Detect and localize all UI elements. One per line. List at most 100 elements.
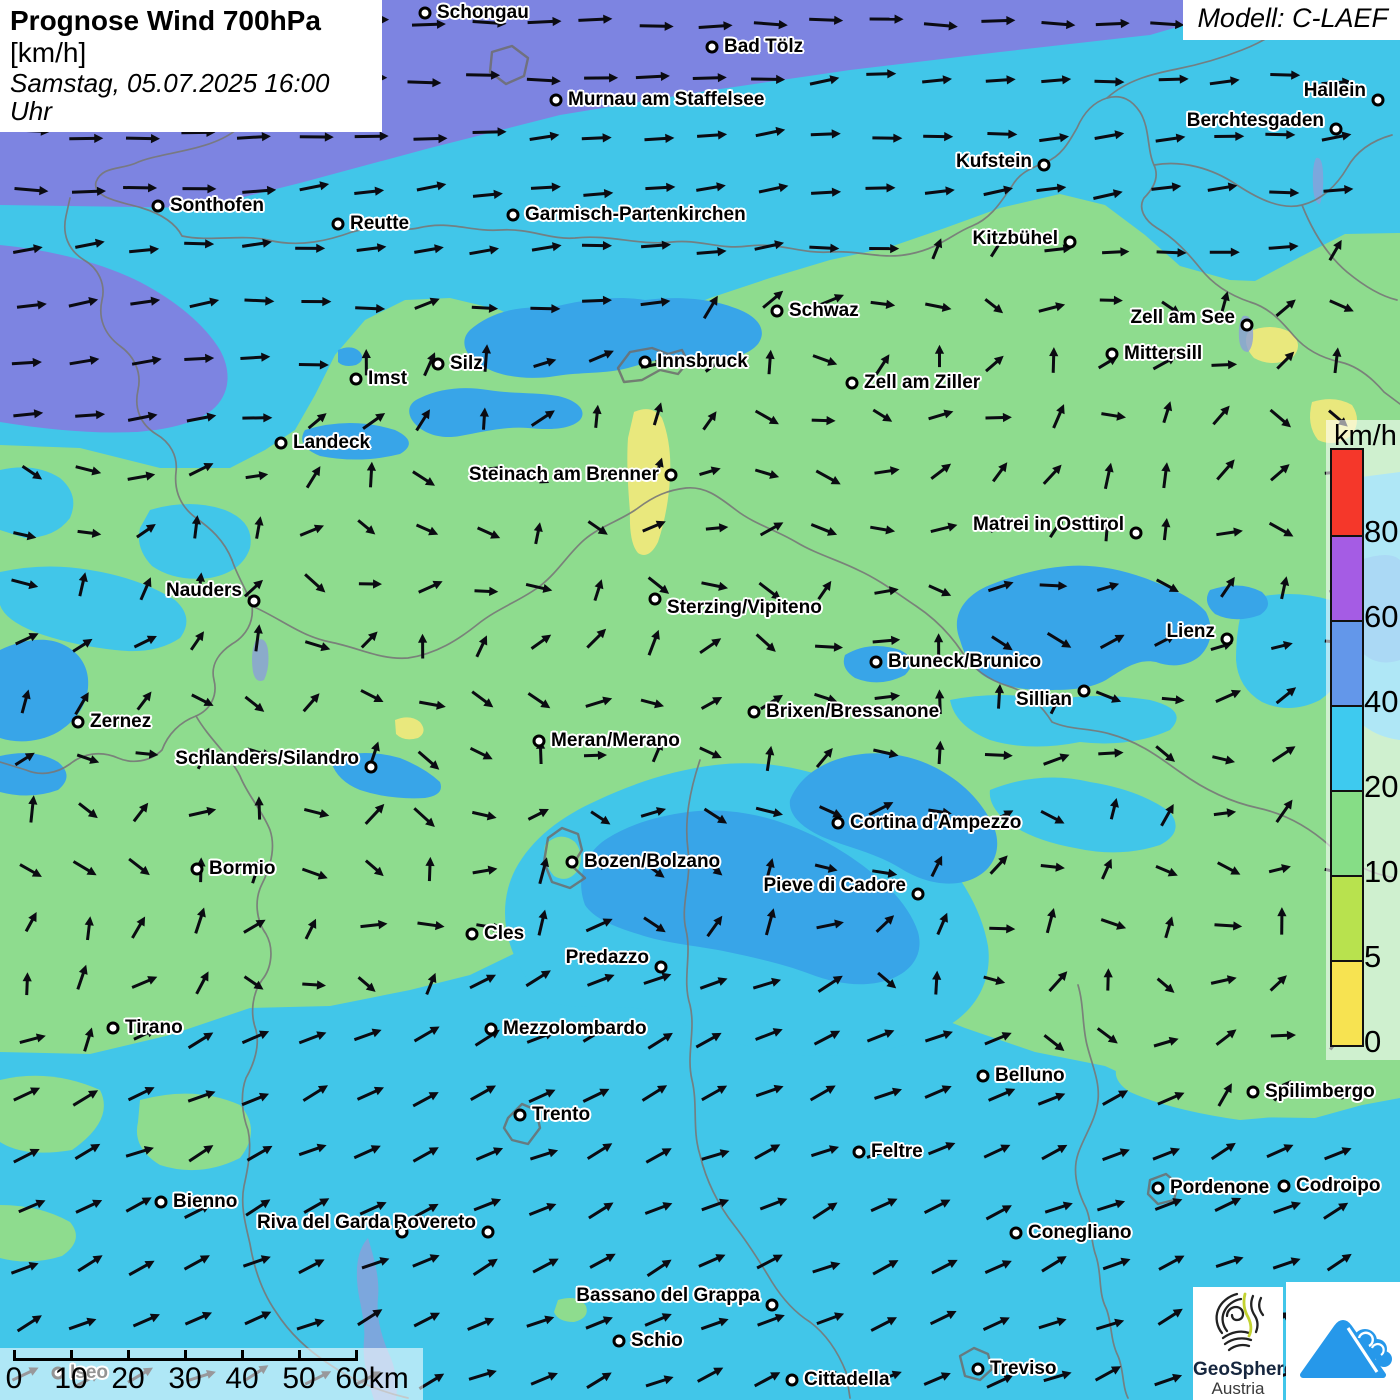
model-label-box: Modell: C-LAEF (1183, 0, 1400, 40)
city-marker (832, 817, 845, 830)
city-marker (550, 94, 563, 107)
city-label: Riva del Garda (257, 1212, 390, 1234)
scale-bar-tick (241, 1350, 244, 1361)
city-label: Schlanders/Silandro (175, 748, 359, 770)
city-label: Kitzbühel (973, 228, 1059, 250)
scale-bar-label: 30 (168, 1362, 201, 1396)
city-label: Steinach am Brenner (469, 464, 659, 486)
city-marker (432, 358, 445, 371)
city-label: Schwaz (789, 300, 859, 322)
city-label: Silz (450, 353, 483, 375)
city-marker (649, 593, 662, 606)
city-marker (350, 373, 363, 386)
city-label: Cles (484, 923, 524, 945)
city-marker (155, 1196, 168, 1209)
scale-bar-tick (70, 1350, 73, 1361)
city-marker (1278, 1180, 1291, 1193)
scale-bar-label: 40 (225, 1362, 258, 1396)
legend-segment (1332, 790, 1362, 875)
map-scale-bar: 0102030405060km (0, 1348, 423, 1400)
scale-bar-label: 10 (54, 1362, 87, 1396)
city-label: Conegliano (1028, 1222, 1131, 1244)
city-label: Reutte (350, 213, 409, 235)
city-label: Schio (631, 1330, 683, 1352)
scale-bar-tick (127, 1350, 130, 1361)
legend-color-bar (1330, 448, 1364, 1047)
city-label: Matrei in Osttirol (973, 514, 1124, 536)
city-label: Zell am Ziller (864, 372, 980, 394)
scale-bar-tick (298, 1350, 301, 1361)
city-label: Imst (368, 368, 407, 390)
legend-tick-label: 40 (1364, 684, 1398, 720)
city-label: Rovereto (394, 1212, 476, 1234)
city-label: Murnau am Staffelsee (568, 89, 764, 111)
geosphere-country: Austria (1193, 1380, 1283, 1398)
city-marker (1372, 94, 1385, 107)
city-marker (1038, 159, 1051, 172)
legend-tick-label: 10 (1364, 854, 1398, 890)
city-label: Sillian (1016, 689, 1072, 711)
city-marker (613, 1335, 626, 1348)
city-marker (1064, 236, 1077, 249)
city-label: Kufstein (956, 151, 1032, 173)
city-label: Predazzo (566, 947, 649, 969)
city-marker (706, 41, 719, 54)
geosphere-logo-panel: GeoSphere Austria (1193, 1287, 1283, 1400)
geosphere-contour-logo-icon (1207, 1290, 1269, 1354)
city-label: Innsbruck (657, 351, 748, 373)
city-marker (846, 377, 859, 390)
city-label: Lienz (1166, 621, 1215, 643)
city-marker (419, 7, 432, 20)
city-marker (332, 218, 345, 231)
map-title-box: Prognose Wind 700hPa [km/h] Samstag, 05.… (0, 0, 382, 132)
city-marker (365, 761, 378, 774)
city-marker (977, 1070, 990, 1083)
city-marker (972, 1363, 985, 1376)
legend-segment (1332, 620, 1362, 705)
city-marker (107, 1022, 120, 1035)
city-marker (72, 716, 85, 729)
city-label: Nauders (166, 580, 242, 602)
city-label: Zernez (90, 711, 151, 733)
city-label: Mezzolombardo (503, 1018, 647, 1040)
city-marker (191, 863, 204, 876)
city-label: Sonthofen (170, 195, 264, 217)
city-label: Garmisch-Partenkirchen (525, 204, 746, 226)
geosphere-org-name: GeoSphere (1193, 1360, 1283, 1380)
city-marker (482, 1226, 495, 1239)
city-marker (1106, 348, 1119, 361)
city-marker (533, 735, 546, 748)
map-title-unit: [km/h] (10, 37, 86, 68)
mountain-cloud-icon-panel (1286, 1282, 1400, 1400)
city-marker (152, 200, 165, 213)
city-marker (870, 656, 883, 669)
city-marker (1241, 319, 1254, 332)
city-marker (665, 469, 678, 482)
city-marker (639, 356, 652, 369)
city-label: Bienno (173, 1191, 237, 1213)
city-marker (485, 1023, 498, 1036)
wind-speed-legend: km/h 806040201050 (1326, 420, 1400, 1060)
city-label: Trento (532, 1104, 590, 1126)
city-label: Bruneck/Brunico (888, 651, 1041, 673)
city-marker (566, 856, 579, 869)
city-marker (1330, 123, 1343, 136)
city-label: Sterzing/Vipiteno (667, 597, 822, 619)
city-label: Cittadella (804, 1369, 890, 1391)
city-label: Tirano (125, 1017, 183, 1039)
city-label: Berchtesgaden (1187, 110, 1324, 132)
city-label: Spilimbergo (1265, 1081, 1375, 1103)
city-label: Bormio (209, 858, 276, 880)
city-marker (655, 961, 668, 974)
city-label: Bozen/Bolzano (584, 851, 720, 873)
city-marker (514, 1109, 527, 1122)
map-title-text: Prognose Wind 700hPa (10, 5, 321, 36)
legend-segment (1332, 960, 1362, 1045)
legend-tick-label: 60 (1364, 599, 1398, 635)
city-label: Brixen/Bressanone (766, 701, 939, 723)
city-label: Bassano del Grappa (576, 1285, 760, 1307)
legend-tick-label: 80 (1364, 514, 1398, 550)
scale-bar-tick (355, 1350, 358, 1361)
city-marker (1010, 1227, 1023, 1240)
scale-bar-label: 50 (282, 1362, 315, 1396)
